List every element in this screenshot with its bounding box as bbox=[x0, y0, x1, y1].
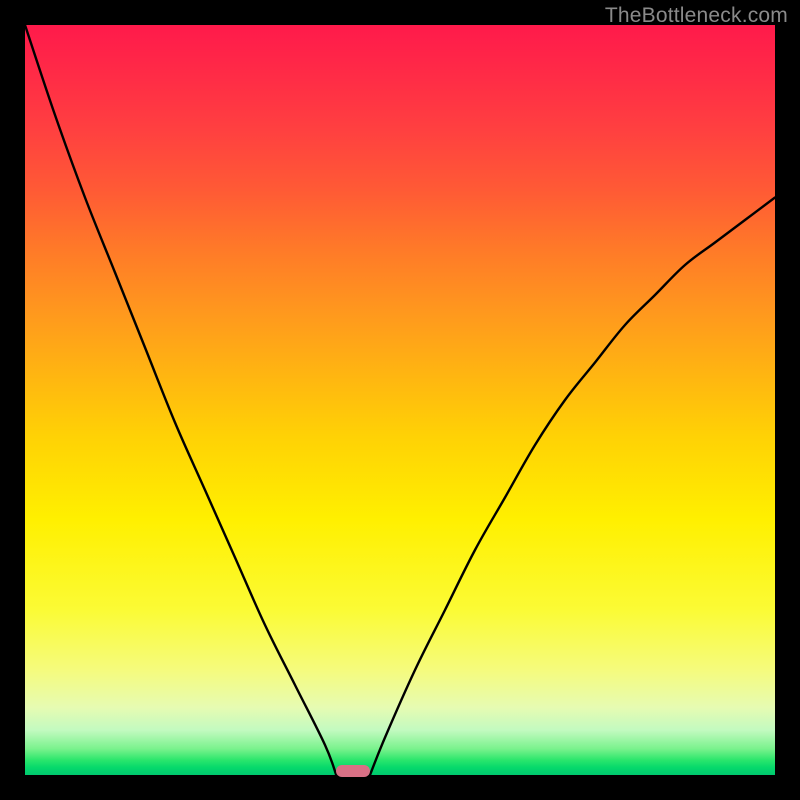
bottleneck-curve bbox=[25, 25, 775, 775]
chart-plot-area bbox=[25, 25, 775, 775]
watermark-text: TheBottleneck.com bbox=[605, 4, 788, 28]
curve-right-branch bbox=[370, 198, 775, 776]
optimal-marker bbox=[336, 765, 370, 777]
curve-left-branch bbox=[25, 25, 336, 775]
